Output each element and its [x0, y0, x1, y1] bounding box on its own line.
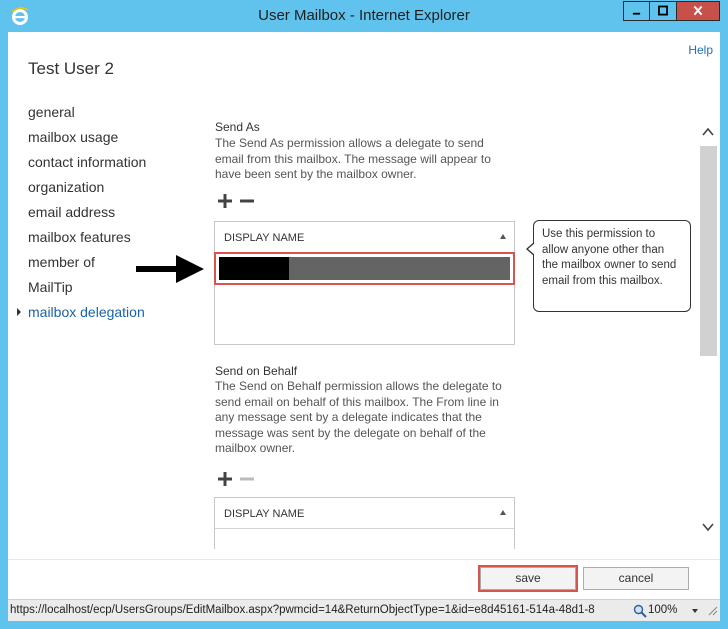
table-row[interactable] [219, 257, 510, 280]
help-link[interactable]: Help [688, 43, 713, 57]
zoom-dropdown-icon[interactable] [692, 609, 698, 613]
cancel-button[interactable]: cancel [583, 567, 689, 590]
scroll-down-icon[interactable] [701, 520, 715, 534]
status-url: https://localhost/ecp/UsersGroups/EditMa… [10, 604, 595, 616]
remove-icon[interactable] [240, 477, 254, 481]
arrow-pointer-icon [136, 255, 204, 283]
send-as-toolbar [218, 194, 258, 208]
nav-item-mailbox-usage[interactable]: mailbox usage [28, 128, 146, 153]
nav-item-mailbox-features[interactable]: mailbox features [28, 228, 146, 253]
nav-item-general[interactable]: general [28, 103, 146, 128]
nav-item-email-address[interactable]: email address [28, 203, 146, 228]
maximize-button[interactable] [649, 1, 676, 21]
remove-icon[interactable] [240, 199, 254, 203]
active-caret-icon [17, 308, 21, 316]
nav-item-member-of[interactable]: member of [28, 253, 146, 278]
add-icon[interactable] [218, 472, 232, 486]
zoom-icon[interactable] [633, 604, 647, 618]
nav-item-mailbox-delegation[interactable]: mailbox delegation [17, 303, 146, 328]
minimize-icon [632, 12, 641, 15]
sort-up-icon [500, 234, 506, 239]
page-title: Test User 2 [28, 59, 114, 78]
send-on-behalf-title: Send on Behalf [215, 364, 298, 378]
nav-item-organization[interactable]: organization [28, 178, 146, 203]
send-on-behalf-description: The Send on Behalf permission allows the… [215, 379, 502, 455]
save-highlight [478, 565, 578, 592]
minimize-button[interactable] [623, 1, 649, 21]
title-bar: User Mailbox - Internet Explorer [0, 0, 728, 32]
resize-grip-icon[interactable] [708, 606, 718, 616]
redacted-name [219, 257, 289, 280]
tooltip-callout: Use this permission to allow anyone othe… [526, 220, 691, 312]
dialog-client: Help Test User 2 general mailbox usage c… [8, 32, 720, 599]
nav-item-contact-information[interactable]: contact information [28, 153, 146, 178]
zoom-level[interactable]: 100% [648, 604, 677, 616]
send-on-behalf-grid: DISPLAY NAME [214, 497, 515, 549]
scrollbar-thumb[interactable] [700, 146, 717, 356]
nav-item-label: mailbox delegation [28, 304, 145, 320]
window-title: User Mailbox - Internet Explorer [258, 7, 470, 24]
status-bar: https://localhost/ecp/UsersGroups/EditMa… [8, 599, 720, 621]
column-display-name: DISPLAY NAME [224, 232, 305, 244]
column-display-name: DISPLAY NAME [224, 508, 305, 520]
side-nav: general mailbox usage contact informatio… [17, 103, 146, 328]
send-as-description: The Send As permission allows a delegate… [215, 136, 491, 181]
scroll-up-icon[interactable] [701, 125, 715, 139]
send-as-title: Send As [215, 120, 260, 134]
send-as-row-highlight [214, 252, 515, 285]
nav-item-mailtip[interactable]: MailTip [28, 278, 146, 303]
footer-divider [8, 559, 720, 560]
grid-header[interactable]: DISPLAY NAME [215, 222, 514, 253]
sort-up-icon [500, 510, 506, 515]
grid-header[interactable]: DISPLAY NAME [215, 498, 514, 529]
add-icon[interactable] [218, 194, 232, 208]
close-button[interactable] [676, 1, 720, 21]
send-on-behalf-toolbar [218, 472, 258, 486]
close-icon [693, 5, 703, 16]
maximize-icon [658, 5, 668, 16]
callout-text: Use this permission to allow anyone othe… [542, 228, 677, 287]
